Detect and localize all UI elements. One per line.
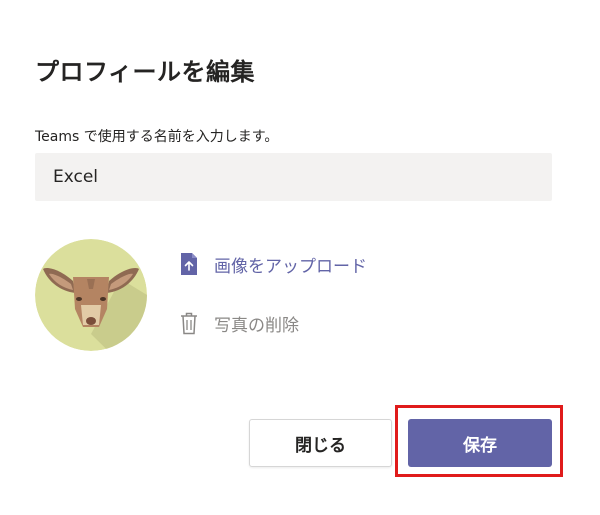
display-name-input[interactable] xyxy=(35,153,552,201)
trash-icon xyxy=(178,310,200,336)
upload-image-button[interactable]: 画像をアップロード xyxy=(178,251,367,277)
delete-photo-label: 写真の削除 xyxy=(214,315,299,336)
avatar xyxy=(35,239,147,351)
close-button[interactable]: 閉じる xyxy=(249,419,392,467)
edit-profile-dialog: プロフィールを編集 Teams で使用する名前を入力します。 Excel 画像を… xyxy=(0,0,600,515)
deer-avatar-image xyxy=(35,239,147,351)
file-upload-icon xyxy=(178,251,200,277)
dialog-title: プロフィールを編集 xyxy=(35,58,256,86)
upload-image-label: 画像をアップロード xyxy=(214,256,367,277)
delete-photo-button[interactable]: 写真の削除 xyxy=(178,310,299,336)
name-field-label: Teams で使用する名前を入力します。 xyxy=(35,129,279,145)
save-button[interactable]: 保存 xyxy=(408,419,552,467)
